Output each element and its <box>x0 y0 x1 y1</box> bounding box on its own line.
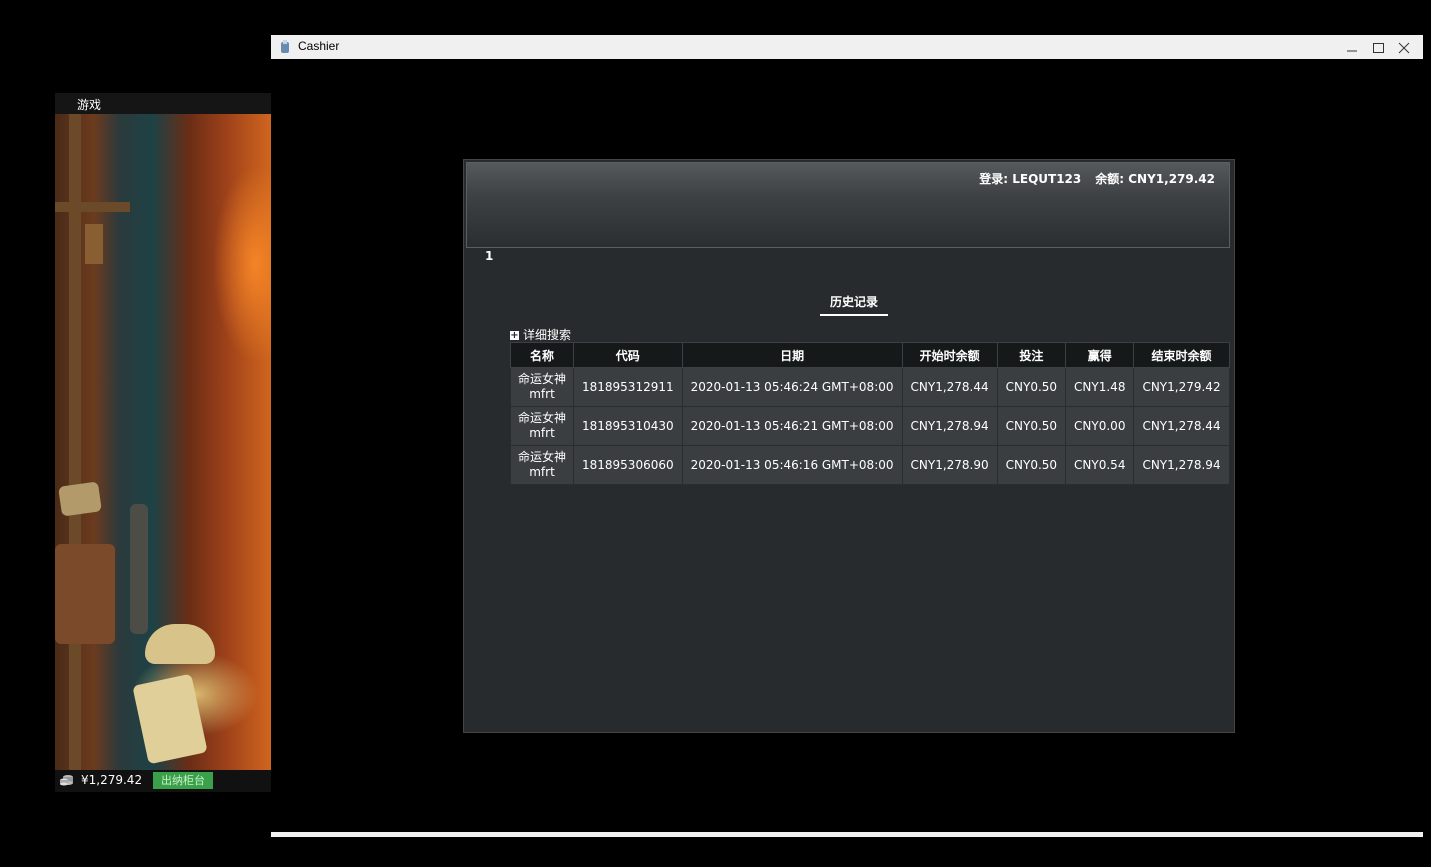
game-balance: ¥1,279.42 <box>81 773 143 787</box>
history-table: 名称 代码 日期 开始时余额 投注 赢得 结束时余额 命运女神 mfrt 181… <box>510 342 1230 485</box>
account-header: 登录: LEQUT123 余额: CNY1,279.42 <box>466 162 1230 248</box>
maximize-icon[interactable] <box>1365 35 1391 59</box>
cell-date: 2020-01-13 05:46:21 GMT+08:00 <box>681 406 903 446</box>
plus-icon: + <box>510 330 519 341</box>
window-titlebar[interactable]: Cashier <box>271 35 1423 59</box>
table-row[interactable]: 命运女神 mfrt 181895310430 2020-01-13 05:46:… <box>510 406 1230 446</box>
table-header-row: 名称 代码 日期 开始时余额 投注 赢得 结束时余额 <box>510 342 1230 368</box>
table-row[interactable]: 命运女神 mfrt 181895306060 2020-01-13 05:46:… <box>510 445 1230 485</box>
minimize-icon[interactable] <box>1339 35 1365 59</box>
column-header: 开始时余额 <box>901 342 998 368</box>
cell-bet: CNY0.50 <box>996 445 1067 485</box>
cell-name: 命运女神 mfrt <box>510 406 574 446</box>
cell-code: 181895306060 <box>573 445 683 485</box>
cell-end-balance: CNY1,278.44 <box>1133 406 1230 446</box>
column-header: 结束时余额 <box>1133 342 1230 368</box>
cashier-button[interactable]: 出纳柜台 <box>153 772 213 789</box>
cashier-panel: 登录: LEQUT123 余额: CNY1,279.42 1 历史记录 + 详细搜索… <box>463 159 1235 733</box>
advanced-search-label: 详细搜索 <box>523 328 572 342</box>
column-header: 赢得 <box>1065 342 1135 368</box>
cashier-window: Cashier 登录: LEQUT123 余额: CNY1,279.42 1 历史… <box>271 35 1423 837</box>
cell-date: 2020-01-13 05:46:24 GMT+08:00 <box>681 367 903 407</box>
cell-win: CNY0.54 <box>1065 445 1135 485</box>
window-title: Cashier <box>298 39 340 53</box>
column-header: 代码 <box>573 342 683 368</box>
table-row[interactable]: 命运女神 mfrt 181895312911 2020-01-13 05:46:… <box>510 367 1230 407</box>
app-icon <box>281 40 289 53</box>
cell-start-balance: CNY1,278.94 <box>901 406 998 446</box>
advanced-search-toggle[interactable]: + 详细搜索 <box>510 326 571 343</box>
cell-win: CNY1.48 <box>1065 367 1135 407</box>
cell-name: 命运女神 mfrt <box>510 445 574 485</box>
login-label: 登录: LEQUT123 <box>979 172 1082 186</box>
cell-code: 181895310430 <box>573 406 683 446</box>
tab-history[interactable]: 历史记录 <box>820 293 888 316</box>
cell-name: 命运女神 mfrt <box>510 367 574 407</box>
game-statusbar: ¥1,279.42 出纳柜台 <box>55 770 271 792</box>
column-header: 投注 <box>996 342 1067 368</box>
balance-label: 余额: CNY1,279.42 <box>1095 172 1215 186</box>
coins-icon <box>60 775 73 786</box>
cell-bet: CNY0.50 <box>996 406 1067 446</box>
menu-item-game[interactable]: 游戏 <box>77 96 101 113</box>
page-number: 1 <box>485 249 494 263</box>
cell-start-balance: CNY1,278.90 <box>901 445 998 485</box>
column-header: 名称 <box>510 342 574 368</box>
cell-end-balance: CNY1,279.42 <box>1133 367 1230 407</box>
cell-code: 181895312911 <box>573 367 683 407</box>
cell-bet: CNY0.50 <box>996 367 1067 407</box>
account-info: 登录: LEQUT123 余额: CNY1,279.42 <box>965 170 1215 187</box>
cell-win: CNY0.00 <box>1065 406 1135 446</box>
close-icon[interactable] <box>1391 35 1417 59</box>
game-scene <box>55 114 271 770</box>
cell-end-balance: CNY1,278.94 <box>1133 445 1230 485</box>
cell-date: 2020-01-13 05:46:16 GMT+08:00 <box>681 445 903 485</box>
cell-start-balance: CNY1,278.44 <box>901 367 998 407</box>
game-window: 游戏 ¥1,279.42 出纳柜台 <box>55 93 271 792</box>
game-menubar: 游戏 <box>55 93 271 114</box>
column-header: 日期 <box>681 342 903 368</box>
window-bottom-border <box>271 832 1423 837</box>
